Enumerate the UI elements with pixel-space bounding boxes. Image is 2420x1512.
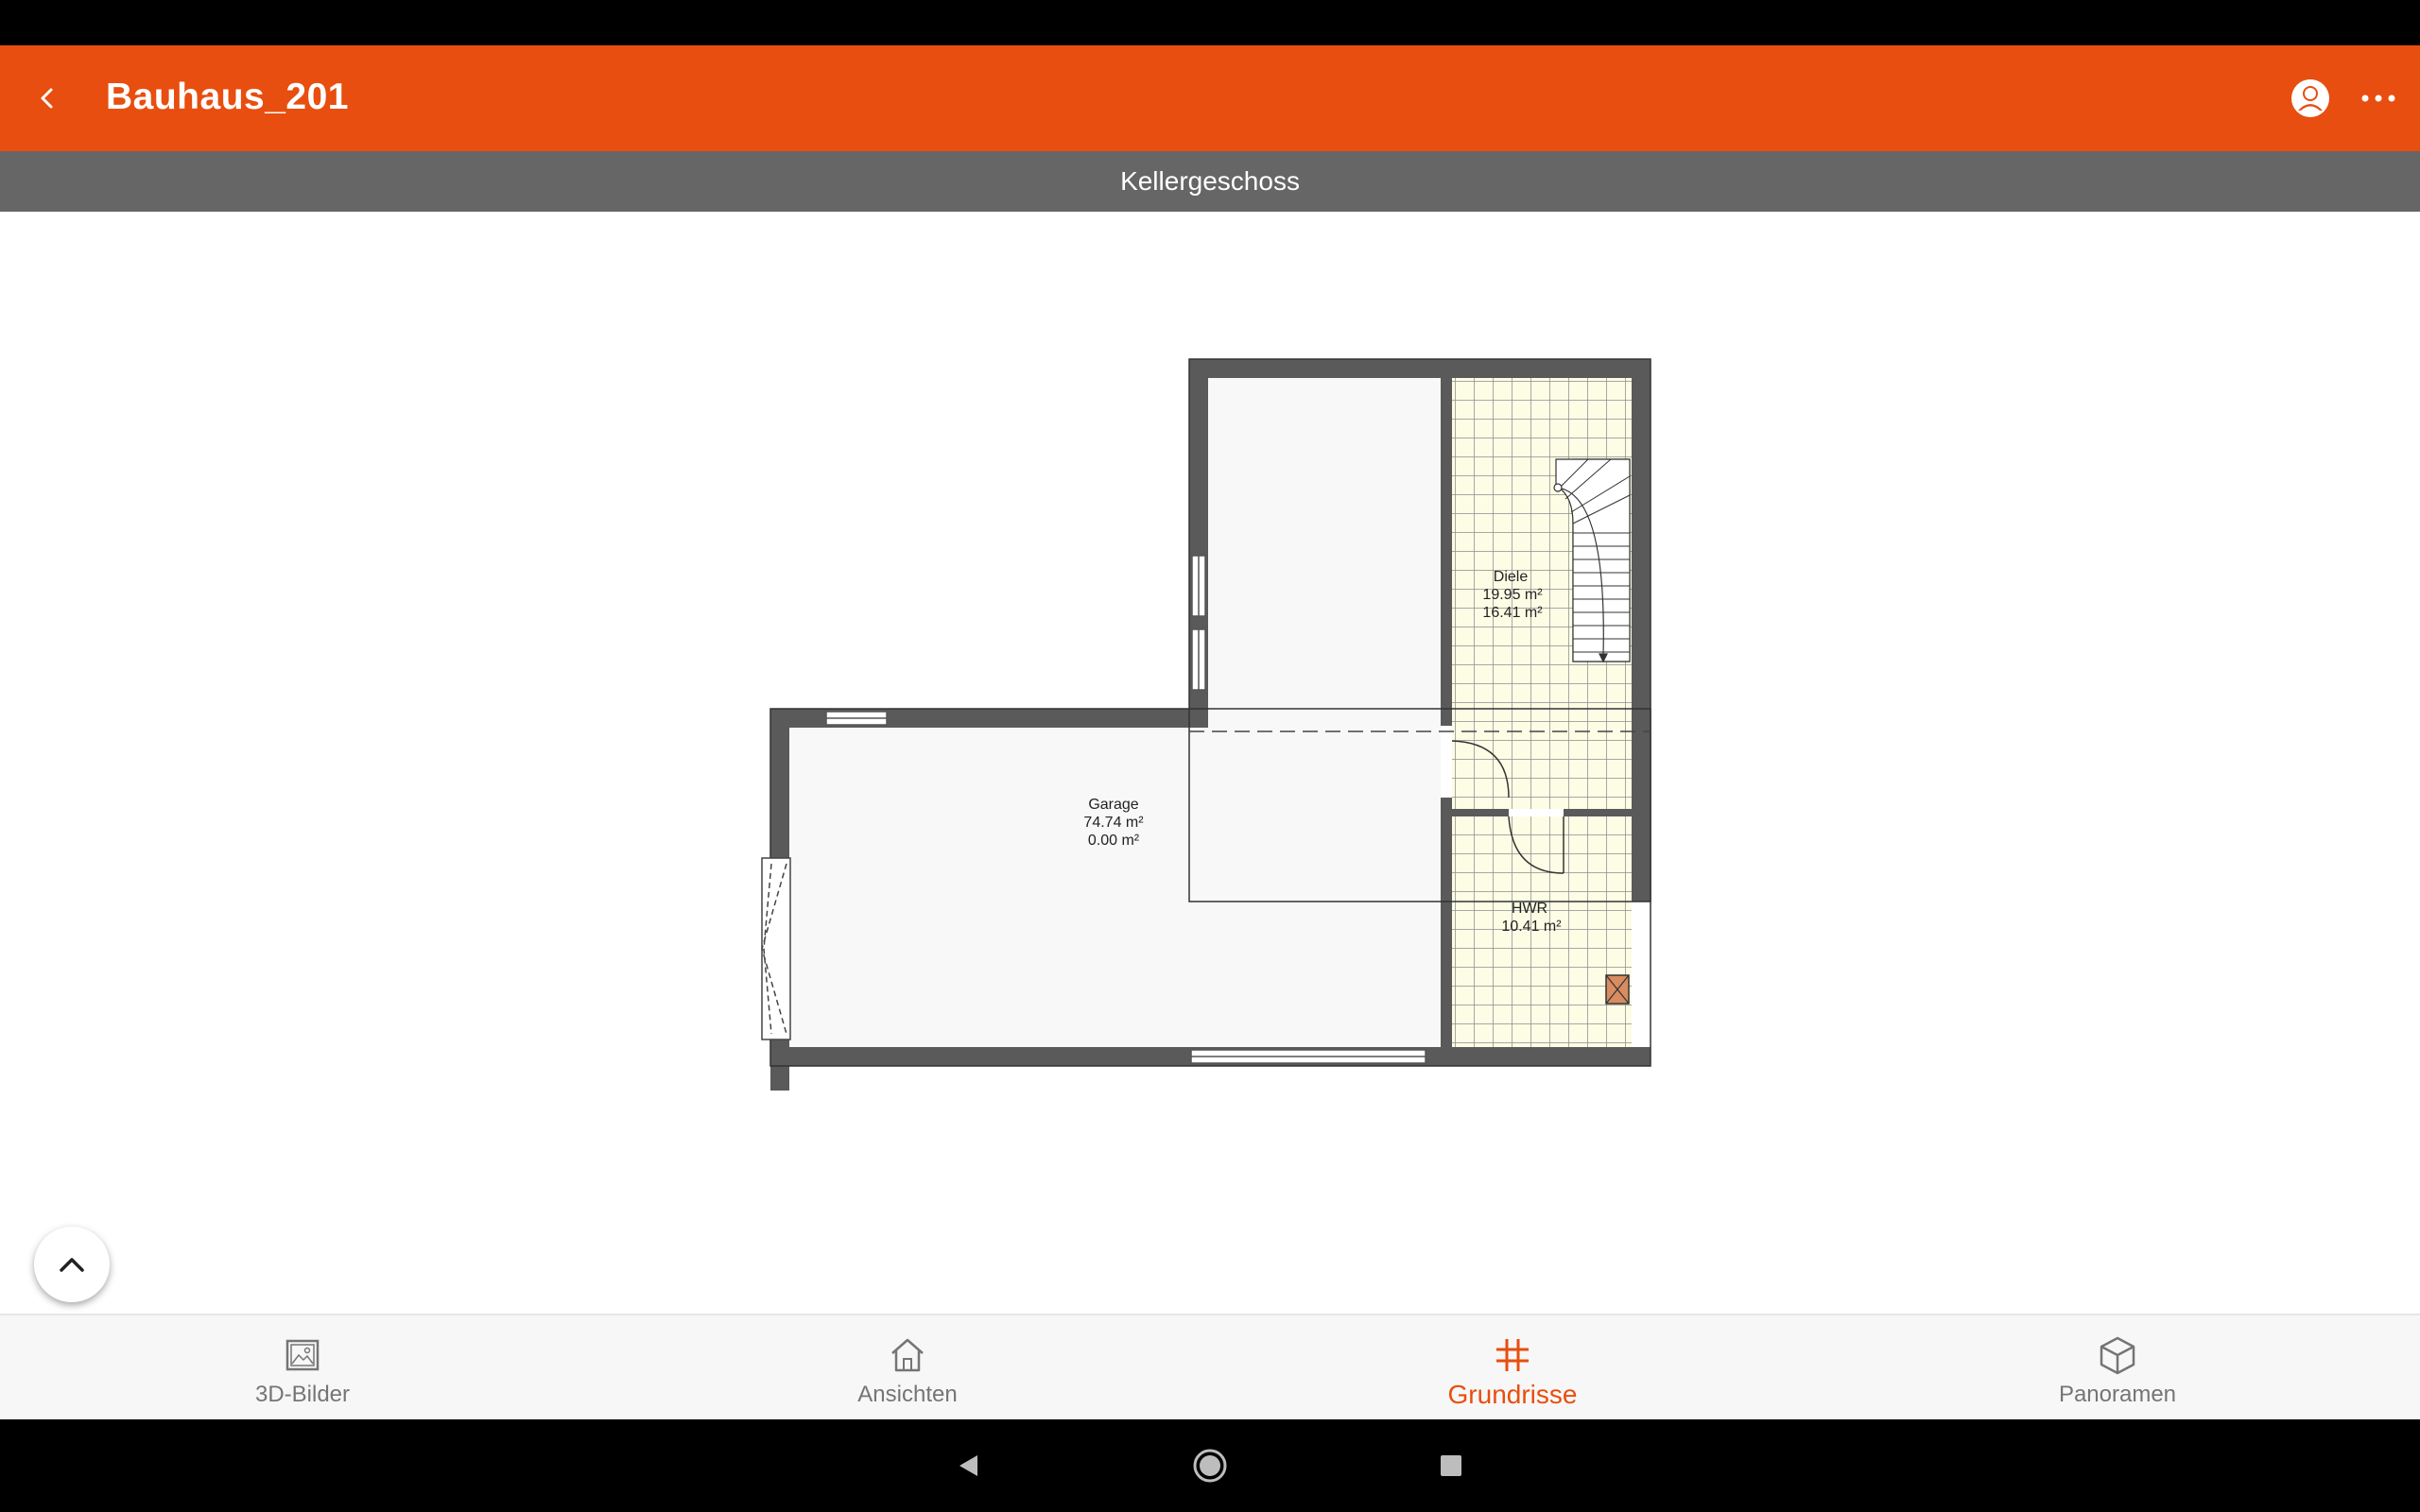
- square-recents-icon: [1441, 1455, 1461, 1476]
- grid-hash-icon: [1496, 1339, 1529, 1371]
- system-navigation-bar: [0, 1419, 2420, 1512]
- system-home-button[interactable]: [1186, 1442, 1234, 1489]
- status-bar: [0, 0, 2420, 45]
- expand-up-button[interactable]: [34, 1227, 110, 1302]
- room-name: Diele: [1494, 569, 1529, 585]
- nav-label: Panoramen: [2058, 1382, 2177, 1407]
- room-area-secondary: 0.00 m²: [1088, 833, 1140, 849]
- floor-name: Kellergeschoss: [1120, 166, 1300, 196]
- nav-grundrisse[interactable]: Grundrisse: [1371, 1315, 1654, 1421]
- upper-room-floor[interactable]: [1208, 378, 1441, 728]
- house-icon: [891, 1338, 924, 1372]
- chimney-symbol: [1605, 974, 1630, 1005]
- nav-3d-bilder[interactable]: 3D-Bilder: [161, 1315, 444, 1421]
- nav-label: Ansichten: [857, 1382, 958, 1407]
- garage-door: [761, 857, 791, 1040]
- room-area: 10.41 m²: [1501, 919, 1562, 935]
- room-area: 19.95 m²: [1482, 587, 1543, 603]
- system-recents-button[interactable]: [1427, 1442, 1475, 1489]
- nav-label: Grundrisse: [1447, 1380, 1578, 1409]
- floor-header: Kellergeschoss: [0, 151, 2420, 212]
- room-area-secondary: 16.41 m²: [1482, 605, 1543, 621]
- floor-plan[interactable]: Garage 74.74 m² 0.00 m² Diele 19.95 m² 1…: [0, 212, 2420, 1314]
- floor-plan-viewer[interactable]: Garage 74.74 m² 0.00 m² Diele 19.95 m² 1…: [0, 212, 2420, 1314]
- back-button[interactable]: [17, 68, 78, 129]
- more-horizontal-icon: [2361, 94, 2395, 102]
- nav-ansichten[interactable]: Ansichten: [766, 1315, 1049, 1421]
- bottom-navigation: 3D-Bilder Ansichten Grundrisse Panoramen: [0, 1314, 2420, 1419]
- cube-icon: [2100, 1336, 2135, 1375]
- garage-floor[interactable]: [789, 728, 1441, 1047]
- circle-home-icon: [1193, 1449, 1227, 1483]
- room-name: HWR: [1512, 901, 1547, 917]
- room-label-garage: Garage 74.74 m² 0.00 m²: [1083, 797, 1144, 849]
- system-back-button[interactable]: [945, 1442, 993, 1489]
- nav-label: 3D-Bilder: [254, 1382, 351, 1407]
- nav-panoramen[interactable]: Panoramen: [1976, 1315, 2259, 1421]
- triangle-back-icon: [959, 1455, 977, 1476]
- room-name: Garage: [1088, 797, 1138, 813]
- chevron-up-icon: [60, 1258, 84, 1272]
- chevron-left-icon: [41, 88, 53, 109]
- page-title: Bauhaus_201: [106, 77, 349, 117]
- image-icon: [285, 1339, 320, 1371]
- app-bar: Bauhaus_201: [0, 45, 2420, 151]
- profile-button[interactable]: [2282, 70, 2339, 127]
- room-area: 74.74 m²: [1083, 815, 1144, 831]
- account-circle-icon: [2291, 79, 2329, 117]
- more-button[interactable]: [2350, 70, 2407, 127]
